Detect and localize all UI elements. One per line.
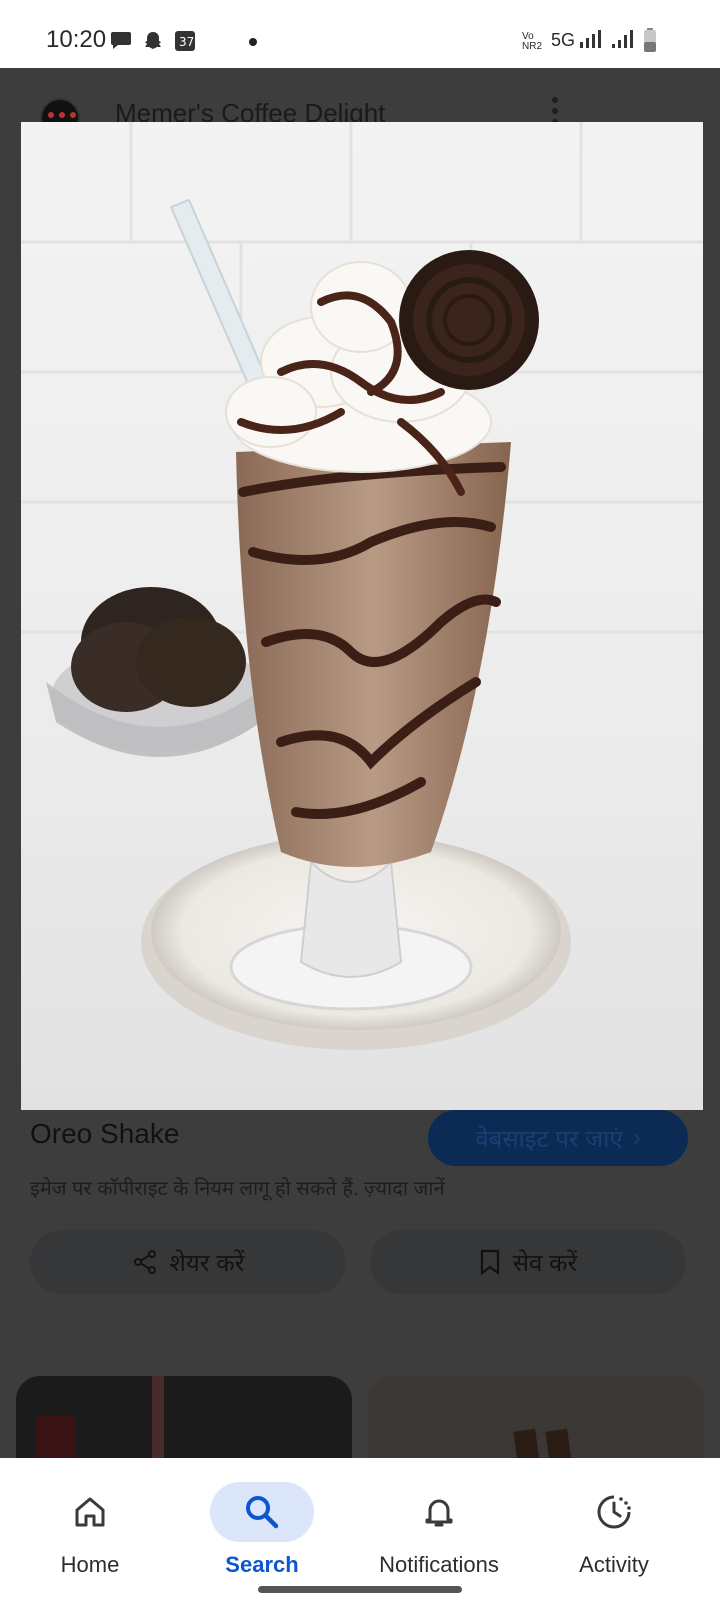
save-label: सेव करें: [512, 1249, 578, 1277]
related-image-card[interactable]: [16, 1376, 352, 1458]
oreo-shake-photo: [21, 122, 703, 1110]
share-button[interactable]: शेयर करें: [30, 1230, 346, 1294]
related-image-detail: [513, 1428, 545, 1458]
copyright-text: इमेज पर कॉपीराइट के नियम लागू हो सकते है…: [30, 1178, 359, 1200]
share-label: शेयर करें: [169, 1249, 245, 1277]
nav-search-label: Search: [225, 1552, 299, 1577]
battery-icon: [644, 28, 656, 52]
learn-more-link[interactable]: ज़्यादा जानें: [364, 1178, 445, 1200]
visit-website-button[interactable]: वेबसाइट पर जाएं ›: [428, 1110, 688, 1166]
nav-home[interactable]: Home: [0, 1458, 180, 1608]
expanded-image[interactable]: [21, 122, 703, 1110]
copyright-note: इमेज पर कॉपीराइट के नियम लागू हो सकते है…: [30, 1174, 445, 1201]
image-title: Oreo Shake: [30, 1118, 180, 1149]
network-type: 5G: [551, 30, 576, 50]
app-icon: 37: [175, 31, 195, 51]
share-icon: [133, 1250, 156, 1274]
signal-icon-2: [612, 30, 633, 48]
snapchat-icon: [145, 32, 161, 49]
related-image-detail: [36, 1416, 76, 1458]
home-icon: [38, 1482, 142, 1542]
visit-website-label: वेबसाइट पर जाएं: [475, 1125, 623, 1153]
bookmark-icon: [480, 1249, 499, 1275]
related-image-detail: [545, 1428, 577, 1458]
svg-text:37: 37: [179, 35, 194, 49]
nav-activity[interactable]: Activity: [524, 1458, 704, 1608]
nav-activity-label: Activity: [579, 1552, 649, 1577]
message-icon: [111, 32, 131, 49]
bell-icon: [387, 1482, 491, 1542]
search-icon: [210, 1482, 314, 1542]
signal-icon: [580, 30, 601, 48]
activity-icon: [562, 1482, 666, 1542]
status-time: 10:20: [46, 26, 107, 53]
notification-dot: [249, 38, 257, 46]
related-image-card[interactable]: [368, 1376, 704, 1458]
related-image-detail: [152, 1376, 164, 1458]
nav-home-label: Home: [60, 1552, 120, 1577]
chevron-right-icon: ›: [632, 1124, 641, 1151]
save-button[interactable]: सेव करें: [370, 1230, 686, 1294]
nav-notifications-label: Notifications: [379, 1552, 499, 1577]
volte-label: Vo NR2: [522, 31, 543, 52]
gesture-handle[interactable]: [258, 1586, 462, 1593]
status-bar: 10:20 37 Vo NR2 5G: [0, 0, 720, 68]
